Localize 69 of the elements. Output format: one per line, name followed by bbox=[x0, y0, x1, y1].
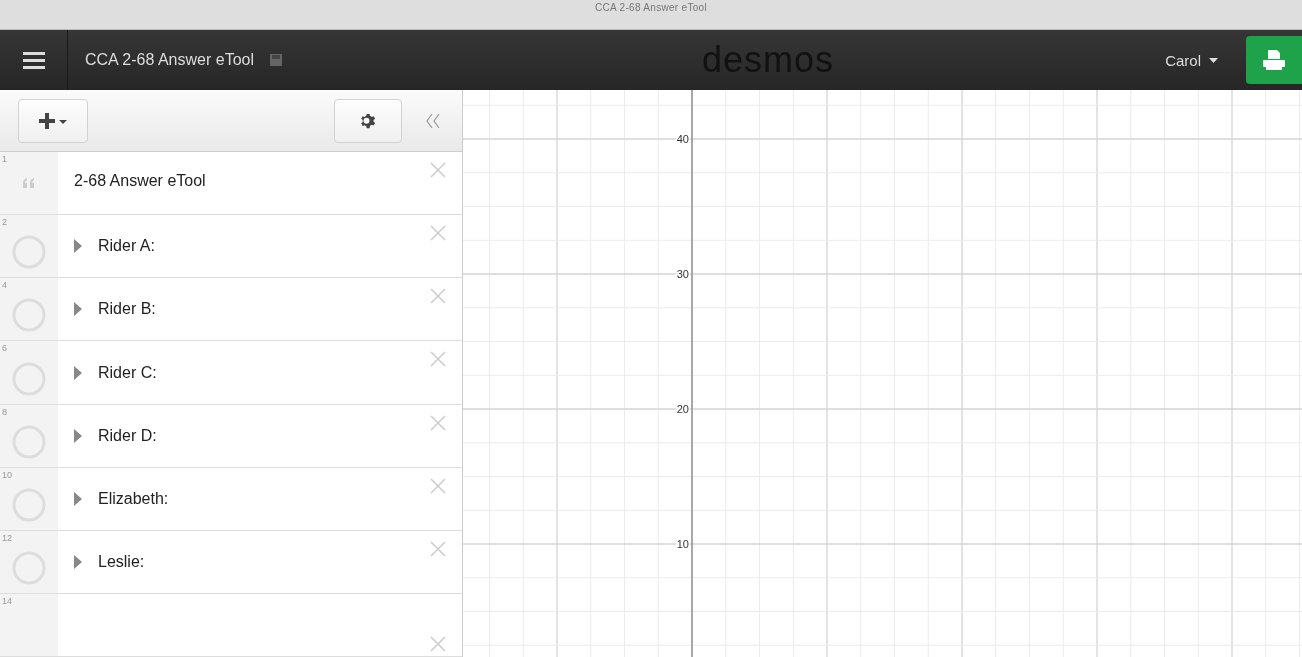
expression-row[interactable]: 2 Rider A: bbox=[0, 215, 462, 279]
print-button[interactable] bbox=[1246, 36, 1302, 84]
double-chevron-icon bbox=[426, 112, 440, 129]
triangle-icon bbox=[74, 428, 82, 443]
settings-icon bbox=[359, 111, 377, 130]
delete-button[interactable] bbox=[430, 477, 446, 494]
line-number: 10 bbox=[2, 469, 12, 480]
line-number: 14 bbox=[2, 595, 12, 606]
expression-row[interactable]: 6 Rider C: bbox=[0, 341, 462, 405]
triangle-icon bbox=[74, 491, 82, 506]
axis-label: 30 bbox=[676, 268, 689, 280]
plus-caret-icon bbox=[38, 112, 68, 129]
line-number: 8 bbox=[2, 406, 7, 417]
delete-button[interactable] bbox=[430, 351, 446, 368]
axis-label: 20 bbox=[676, 403, 689, 415]
delete-button[interactable] bbox=[430, 225, 446, 242]
triangle-icon bbox=[74, 554, 82, 569]
expand-toggle[interactable] bbox=[74, 491, 82, 506]
folder-title: Rider B: bbox=[98, 300, 156, 319]
line-number: 1 bbox=[2, 154, 7, 165]
folder-title: Rider D: bbox=[98, 426, 157, 445]
close-icon bbox=[430, 288, 446, 305]
menu-icon bbox=[22, 51, 45, 69]
delete-button[interactable] bbox=[430, 540, 446, 557]
save-icon[interactable] bbox=[270, 54, 282, 66]
folder-title: Elizabeth: bbox=[98, 489, 169, 508]
line-number: 4 bbox=[2, 280, 7, 291]
line-number: 12 bbox=[2, 532, 12, 543]
note-text: 2-68 Answer eTool bbox=[74, 172, 206, 191]
delete-button[interactable] bbox=[430, 414, 446, 431]
close-icon bbox=[430, 477, 446, 494]
expand-toggle[interactable] bbox=[74, 302, 82, 317]
expand-toggle[interactable] bbox=[74, 239, 82, 254]
line-number: 2 bbox=[2, 217, 7, 228]
add-item-button[interactable] bbox=[18, 98, 88, 143]
triangle-icon bbox=[74, 239, 82, 254]
line-number: 6 bbox=[2, 343, 7, 354]
expand-toggle[interactable] bbox=[74, 428, 82, 443]
axis-label: 10 bbox=[676, 538, 689, 550]
quote-icon bbox=[22, 178, 36, 189]
folder-title: Rider A: bbox=[98, 237, 155, 256]
settings-button[interactable] bbox=[334, 98, 402, 143]
user-menu[interactable]: Carol bbox=[1165, 51, 1218, 69]
axis-label: 40 bbox=[676, 133, 689, 145]
expand-toggle[interactable] bbox=[74, 554, 82, 569]
expression-row[interactable]: 10 Elizabeth: bbox=[0, 467, 462, 531]
triangle-icon bbox=[74, 365, 82, 380]
graph-grid[interactable]: 40 30 20 10 bbox=[463, 90, 1302, 657]
close-icon bbox=[430, 414, 446, 431]
close-icon bbox=[430, 351, 446, 368]
triangle-icon bbox=[74, 302, 82, 317]
close-icon bbox=[430, 636, 446, 653]
expression-row[interactable]: 4 Rider B: bbox=[0, 278, 462, 342]
close-icon bbox=[430, 162, 446, 179]
close-icon bbox=[430, 540, 446, 557]
delete-button[interactable] bbox=[430, 162, 446, 179]
folder-title: Leslie: bbox=[98, 552, 145, 571]
graph-title: CCA 2-68 Answer eTool bbox=[85, 51, 254, 69]
delete-button[interactable] bbox=[430, 636, 446, 653]
caret-icon bbox=[1209, 57, 1218, 63]
folder-title: Rider C: bbox=[98, 363, 157, 382]
expression-row[interactable]: 1 2-68 Answer eTool bbox=[0, 152, 462, 216]
close-icon bbox=[430, 225, 446, 242]
expand-toggle[interactable] bbox=[74, 365, 82, 380]
delete-button[interactable] bbox=[430, 288, 446, 305]
browser-tab-title: CCA 2-68 Answer eTool bbox=[595, 2, 707, 13]
printer-icon bbox=[1263, 50, 1285, 70]
expression-row[interactable]: 12 Leslie: bbox=[0, 530, 462, 594]
expression-row[interactable]: 8 Rider D: bbox=[0, 404, 462, 468]
